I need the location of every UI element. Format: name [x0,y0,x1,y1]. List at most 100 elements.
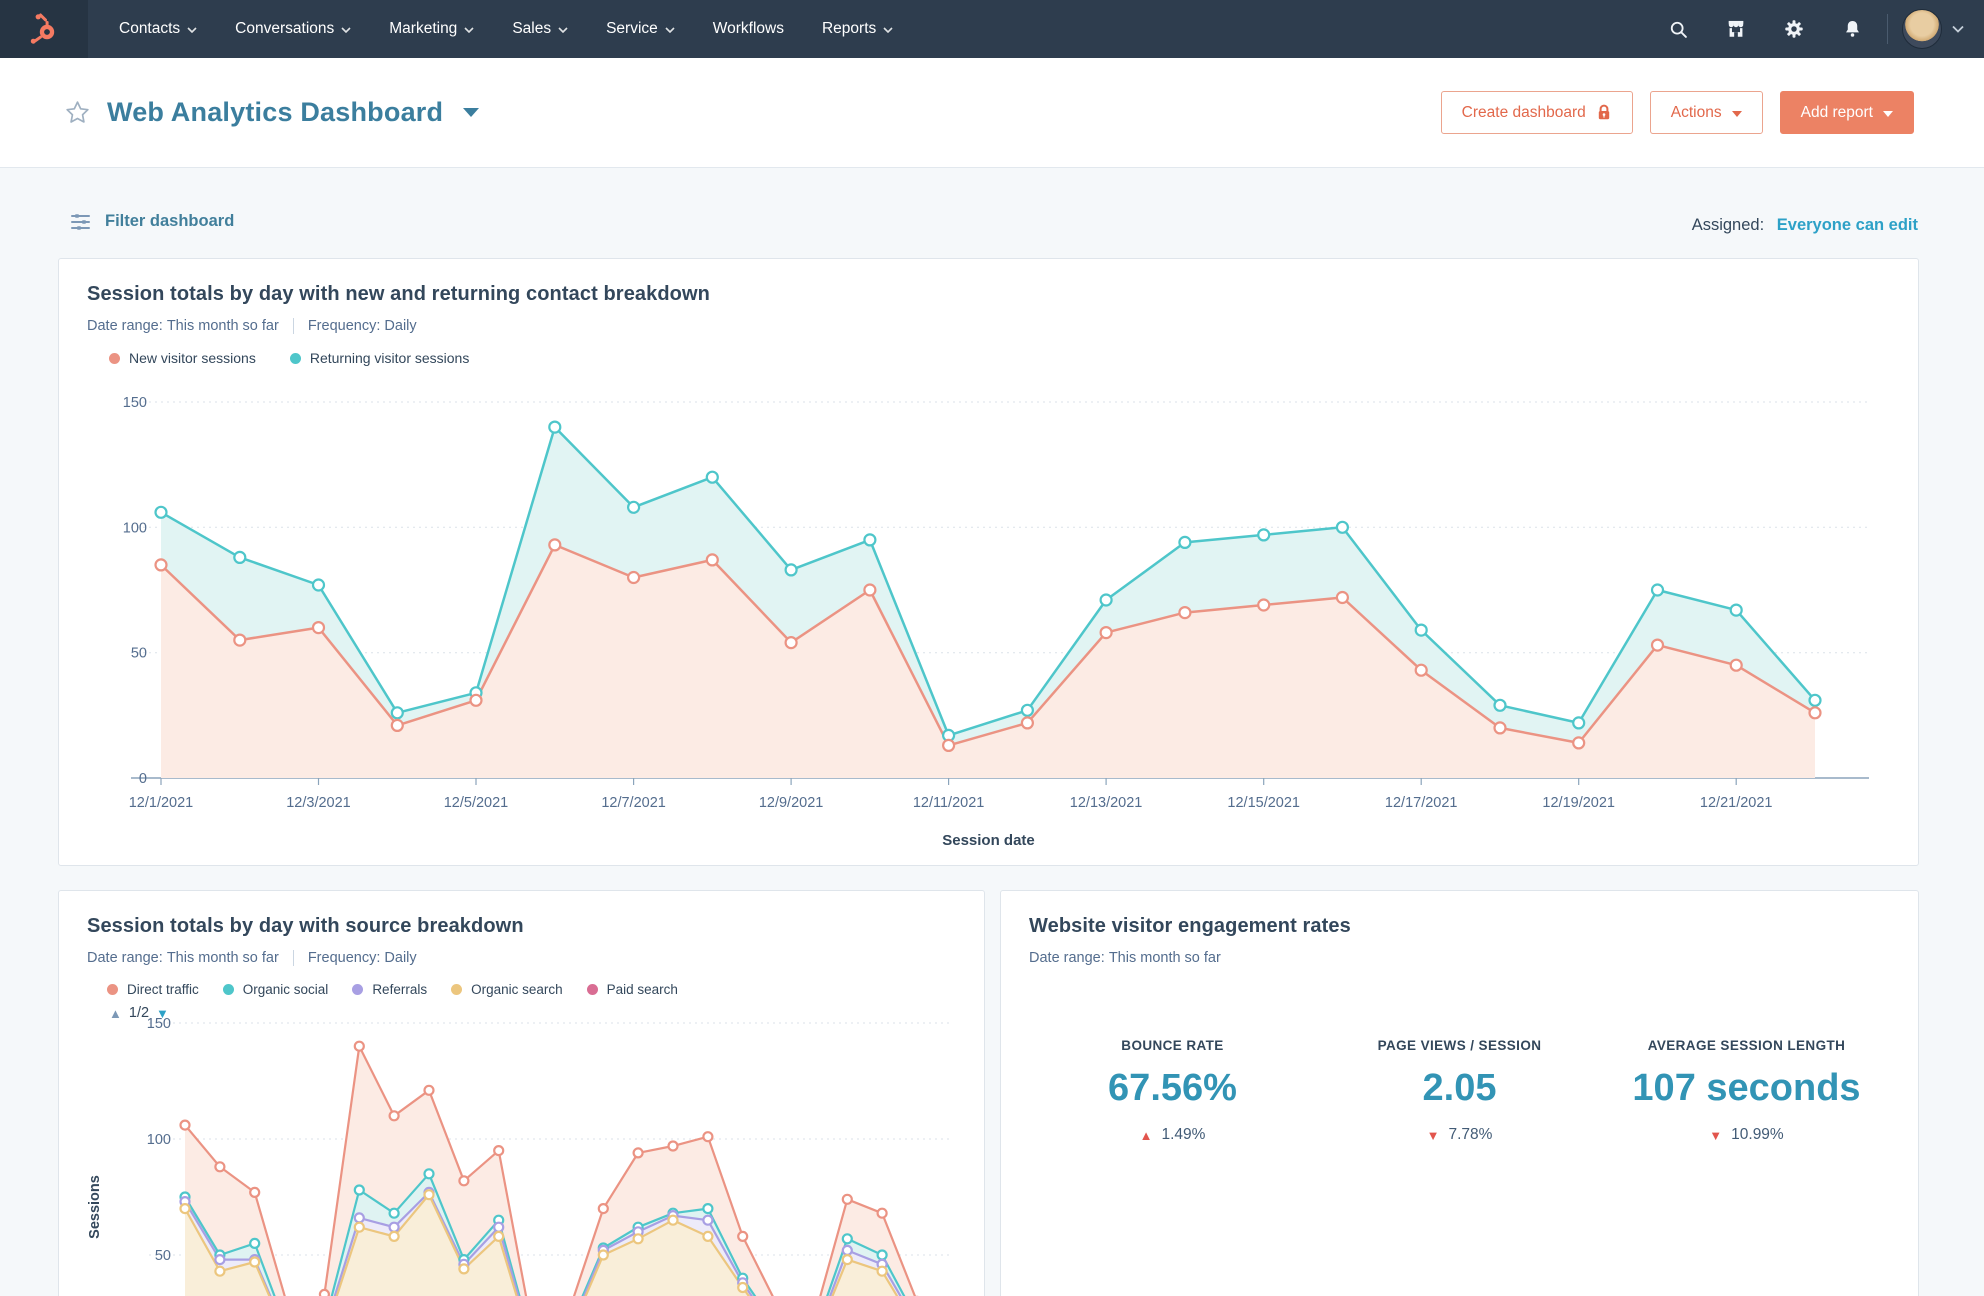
nav-item-service[interactable]: Service [587,0,694,58]
date-range-label: Date range: [1029,950,1105,966]
chevron-down-icon[interactable] [1952,25,1964,33]
sessions-source-chart[interactable]: 050100150Sessions [67,1007,975,1296]
legend-item[interactable]: Returning visitor sessions [289,350,470,366]
create-dashboard-label: Create dashboard [1461,103,1586,121]
add-report-label: Add report [1800,103,1873,121]
legend-item[interactable]: Organic social [222,982,329,997]
metric-bounce-rate: BOUNCE RATE 67.56% ▲ 1.49% [1029,1038,1316,1144]
card-sessions-contacts: Session totals by day with new and retur… [58,258,1919,866]
frequency-value: Daily [384,950,417,966]
svg-text:12/19/2021: 12/19/2021 [1542,795,1615,811]
svg-text:12/3/2021: 12/3/2021 [286,795,351,811]
svg-text:12/1/2021: 12/1/2021 [129,795,194,811]
svg-text:12/21/2021: 12/21/2021 [1700,795,1773,811]
legend-label: Organic social [242,982,329,997]
card-title: Session totals by day with new and retur… [87,283,710,305]
svg-text:12/13/2021: 12/13/2021 [1070,795,1143,811]
nav-item-contacts[interactable]: Contacts [100,0,216,58]
nav-item-label: Reports [821,20,877,37]
delta-down-icon: ▼ [1709,1127,1723,1143]
actions-button[interactable]: Actions [1649,91,1763,134]
svg-text:50: 50 [131,646,147,662]
filter-dashboard-label: Filter dashboard [105,212,235,230]
add-report-button[interactable]: Add report [1779,91,1914,134]
legend-label: Returning visitor sessions [309,350,470,366]
metric-label: PAGE VIEWS / SESSION [1377,1038,1542,1053]
nav-item-label: Marketing [389,20,458,37]
svg-text:12/15/2021: 12/15/2021 [1227,795,1300,811]
svg-text:12/5/2021: 12/5/2021 [444,795,509,811]
metric-label: AVERAGE SESSION LENGTH [1647,1038,1846,1053]
nav-item-label: Sales [512,20,552,37]
notifications-icon[interactable] [1823,0,1881,58]
legend-item[interactable]: New visitor sessions [109,350,256,366]
card-meta: Date range: This month so far [1029,950,1890,966]
lock-icon [1598,104,1609,120]
hubspot-sprocket-icon [30,13,55,44]
top-nav: Contacts Conversations Marketing Sales Servi… [0,0,1984,58]
meta-divider [292,318,294,334]
nav-right [1649,0,1984,58]
dashboard-title-dropdown[interactable]: Web Analytics Dashboard [107,97,480,128]
x-axis-title: Session date [942,832,1035,849]
card-title: Session totals by day with source breakd… [87,915,524,937]
filter-dashboard-link[interactable]: Filter dashboard [70,212,234,231]
legend-item[interactable]: Organic search [451,982,563,997]
svg-text:0: 0 [139,771,147,787]
meta-divider [292,950,294,966]
delta-up-icon: ▲ [1139,1127,1153,1143]
nav-item-label: Conversations [235,20,335,37]
legend-label: Paid search [606,982,678,997]
legend-item[interactable]: Direct traffic [107,982,199,997]
delta-down-icon: ▼ [1426,1127,1440,1143]
svg-text:150: 150 [147,1016,171,1032]
search-icon[interactable] [1649,0,1707,58]
sessions-contacts-chart[interactable]: 0 50 100 150 12/1/2021 12/3/2021 12/5/2021 12/7… [79,377,1893,855]
nav-item-sales[interactable]: Sales [493,0,587,58]
frequency-label: Frequency: [307,950,381,966]
nav-item-marketing[interactable]: Marketing [370,0,493,58]
svg-text:12/17/2021: 12/17/2021 [1385,795,1458,811]
date-range-value: This month so far [166,318,279,334]
chart-legend: Direct traffic Organic social Referrals Org… [87,982,956,997]
actions-caret-icon [1731,110,1742,117]
card-sessions-source: Session totals by day with source breakd… [58,890,985,1296]
page-title: Web Analytics Dashboard [107,97,444,127]
nav-item-reports[interactable]: Reports [803,0,912,58]
date-range-value: This month so far [166,950,279,966]
create-dashboard-button[interactable]: Create dashboard [1440,91,1633,134]
marketplace-icon[interactable] [1707,0,1765,58]
legend-dot-icon [352,984,364,995]
chevron-down-icon [187,27,197,33]
legend-item[interactable]: Paid search [586,982,678,997]
card-meta: Date range: This month so far Frequency:… [87,950,956,966]
svg-text:12/9/2021: 12/9/2021 [759,795,824,811]
svg-text:12/11/2021: 12/11/2021 [913,795,985,811]
avatar[interactable] [1902,9,1942,49]
legend-dot-icon [451,984,463,995]
nav-item-workflows[interactable]: Workflows [694,0,803,58]
nav-item-conversations[interactable]: Conversations [216,0,370,58]
page-header: Web Analytics Dashboard Create dashboard… [0,58,1984,168]
chevron-down-icon [464,27,474,33]
chevron-down-icon [883,27,893,33]
legend-label: Direct traffic [127,982,199,997]
nav-menu: Contacts Conversations Marketing Sales Servi… [100,0,912,58]
nav-divider [1887,14,1888,44]
legend-label: New visitor sessions [129,350,256,366]
delta-value: 1.49% [1161,1126,1206,1143]
legend-dot-icon [586,984,598,995]
chevron-down-icon [665,27,675,33]
metric-delta: ▲ 1.49% [1029,1126,1316,1144]
delta-value: 7.78% [1448,1126,1493,1143]
card-engagement-rates: Website visitor engagement rates Date ra… [1000,890,1919,1296]
metric-page-views-session: PAGE VIEWS / SESSION 2.05 ▼ 7.78% [1316,1038,1603,1144]
metric-value: 107 seconds [1632,1067,1861,1109]
date-range-label: Date range: [87,318,163,334]
favorite-star-icon[interactable] [64,99,91,126]
settings-icon[interactable] [1765,0,1823,58]
hubspot-logo[interactable] [0,0,88,58]
legend-item[interactable]: Referrals [352,982,427,997]
assigned-value-link[interactable]: Everyone can edit [1777,216,1918,234]
delta-value: 10.99% [1731,1126,1784,1143]
